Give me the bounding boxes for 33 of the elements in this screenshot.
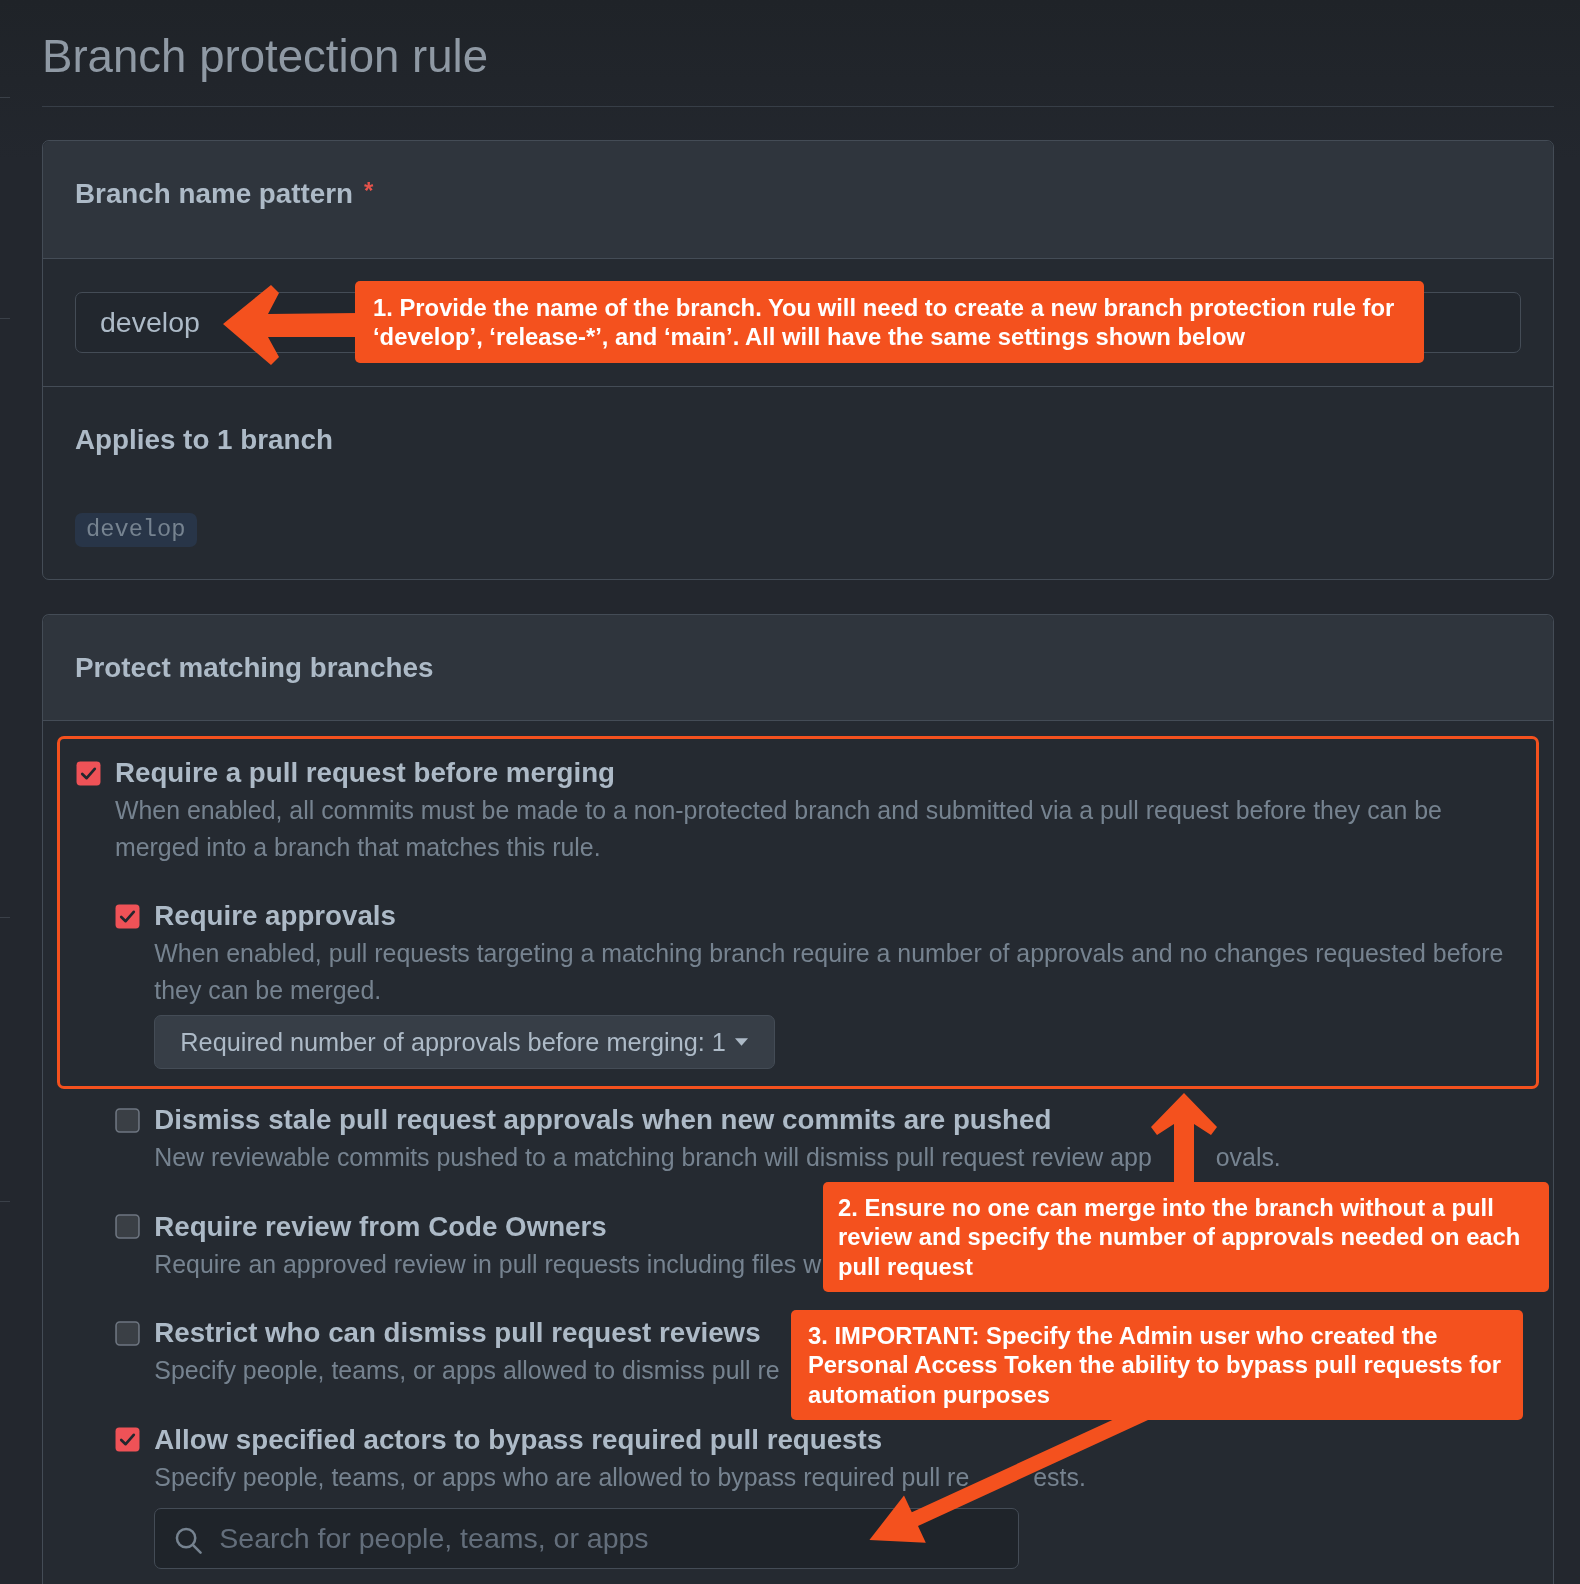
search-field[interactable]: Search for people, teams, or apps bbox=[154, 1507, 1020, 1569]
rule-title: Dismiss stale pull request approvals when new commits are pushed bbox=[154, 1103, 1052, 1137]
rule-description: Require an approved review in pull requests including files w bbox=[154, 1249, 822, 1278]
annotation-tooltip: 2. Ensure no one can merge into the branch without a pull review and specify the number of approvals needed on each pull request bbox=[823, 1182, 1549, 1292]
rule-title: Restrict who can dismiss pull request reviews bbox=[154, 1316, 761, 1350]
section-heading: Protect matching branches bbox=[75, 651, 434, 685]
checkbox[interactable] bbox=[114, 903, 140, 929]
rule-title: Require a pull request before merging bbox=[115, 756, 615, 790]
checkbox[interactable] bbox=[114, 1214, 140, 1239]
rule-description: When enabled, pull requests targeting a matching branch require a number of approvals and no changes requested before they can be merged. bbox=[154, 939, 1504, 1004]
rule-title: Require review from Code Owners bbox=[154, 1209, 607, 1244]
annotation-tooltip: 3. IMPORTANT: Specify the Admin user who created the Personal Access Token the ability to bypass pull requests for automation purposes bbox=[791, 1310, 1523, 1420]
rule-title: Allow specified actors to bypass required pull requests bbox=[154, 1422, 883, 1457]
page-title: Branch protection rule bbox=[42, 27, 1554, 107]
rule-description: When enabled, all commits must be made to a non-protected branch and submitted via a pull request before they can be merged into a branch that matches this rule. bbox=[115, 796, 1442, 861]
rule-description: ovals. bbox=[1215, 1143, 1281, 1171]
applies-heading: Applies to 1 branch bbox=[75, 423, 334, 457]
annotation-tooltip: 1. Provide the name of the branch. You will need to create a new branch protection rule for ‘develop’, ‘release-*’, and ‘main’. All will have the same settings shown below bbox=[355, 281, 1424, 364]
rule-description: Specify people, teams, or apps who are allowed to bypass required pull re bbox=[154, 1462, 970, 1491]
checkbox[interactable] bbox=[114, 1320, 140, 1346]
rule-description: Specify people, teams, or apps allowed to dismiss pull re bbox=[154, 1356, 780, 1384]
branch-tag: develop bbox=[75, 513, 197, 547]
rule-title: Require approvals bbox=[154, 899, 396, 933]
rule-description: ests. bbox=[1033, 1462, 1086, 1491]
approvals-dropdown[interactable]: Required number of approvals before merging: 1 bbox=[154, 1015, 775, 1069]
rule-description: New reviewable commits pushed to a matching branch will dismiss pull request review app bbox=[154, 1143, 1152, 1171]
checkbox[interactable] bbox=[114, 1427, 140, 1452]
search-icon bbox=[175, 1526, 203, 1554]
required-mark: * bbox=[364, 176, 374, 206]
checkbox[interactable] bbox=[114, 1107, 140, 1133]
field-label: Branch name pattern bbox=[75, 177, 354, 211]
caret-icon bbox=[734, 1038, 748, 1046]
checkbox[interactable] bbox=[75, 760, 101, 786]
